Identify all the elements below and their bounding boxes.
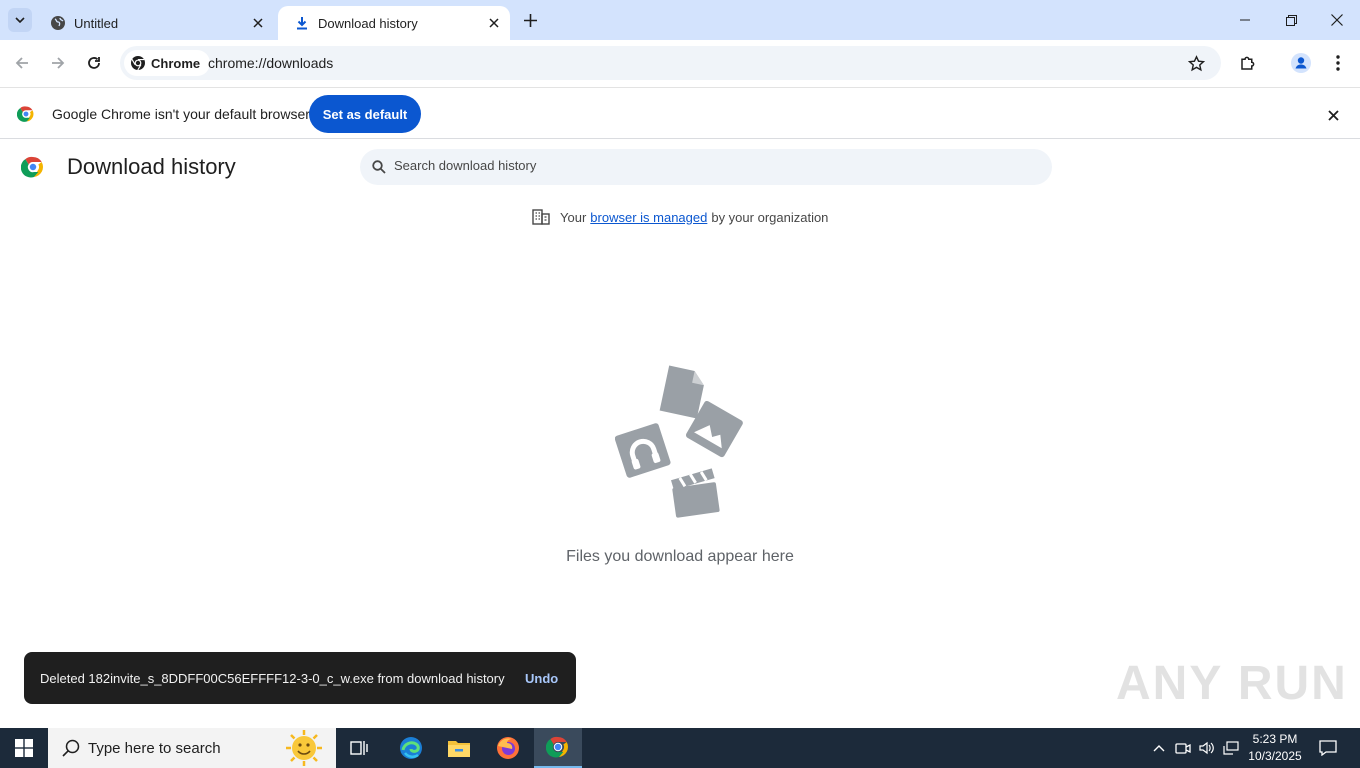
chip-label: Chrome (151, 55, 201, 71)
chrome-logo-icon (17, 106, 34, 122)
managed-notice: Your browser is managed by your organiza… (532, 209, 828, 225)
puzzle-icon (1241, 56, 1255, 70)
new-tab-button[interactable] (518, 8, 542, 32)
search-box[interactable] (360, 149, 1052, 185)
task-view-button[interactable] (336, 728, 384, 768)
chrome-taskbar-button[interactable] (534, 728, 582, 768)
video-clapper-icon (670, 468, 720, 518)
edge-taskbar-button[interactable] (387, 728, 435, 768)
clock-time: 5:23 PM (1252, 732, 1298, 746)
chrome-logo-icon (21, 156, 43, 178)
sun-smiley-icon (286, 730, 322, 766)
restore-button[interactable] (1268, 0, 1314, 40)
empty-downloads-illustration (615, 365, 743, 518)
speaker-icon (1199, 741, 1214, 755)
tab-close-button[interactable] (484, 13, 504, 33)
building-icon (532, 209, 550, 225)
volume-tray-icon[interactable] (1195, 728, 1219, 768)
star-icon (1187, 54, 1205, 71)
anyrun-watermark: ANY RUN (1116, 657, 1348, 710)
close-icon (1327, 109, 1339, 121)
extensions-button[interactable] (1231, 46, 1265, 80)
task-view-icon (350, 741, 368, 755)
reload-button[interactable] (77, 46, 111, 80)
toast-message: Deleted 182invite_s_8DDFF00C56EFFFF12-3-… (40, 671, 505, 686)
edge-icon (400, 737, 422, 759)
close-icon (253, 18, 263, 28)
undo-toast: Deleted 182invite_s_8DDFF00C56EFFFF12-3-… (24, 652, 576, 704)
notification-icon (1319, 740, 1337, 756)
search-icon (62, 739, 80, 757)
set-as-default-button[interactable]: Set as default (309, 95, 421, 133)
reload-icon (88, 57, 100, 69)
firefox-taskbar-button[interactable] (484, 728, 532, 768)
minimize-icon (1240, 19, 1250, 21)
plus-icon (523, 13, 537, 27)
file-explorer-taskbar-button[interactable] (435, 728, 483, 768)
managed-prefix: Your (560, 209, 587, 225)
menu-button[interactable] (1321, 46, 1355, 80)
forward-button[interactable] (41, 46, 75, 80)
infobar-message: Google Chrome isn't your default browser (52, 106, 310, 122)
tab-untitled[interactable]: Untitled (34, 6, 274, 40)
tab-strip: Untitled Download history (0, 0, 1360, 40)
close-icon (1331, 14, 1343, 26)
back-arrow-icon (15, 57, 28, 69)
close-window-button[interactable] (1314, 0, 1360, 40)
managed-suffix: by your organization (711, 209, 829, 225)
taskbar-search-box[interactable]: Type here to search (48, 728, 336, 768)
network-icon (1223, 741, 1239, 755)
close-icon (489, 18, 499, 28)
download-icon (294, 15, 310, 31)
taskbar-clock[interactable]: 5:23 PM 10/3/2025 (1240, 731, 1310, 765)
kebab-menu-icon (1336, 55, 1340, 71)
restore-icon (1285, 14, 1297, 26)
globe-icon (50, 15, 66, 31)
chevron-up-icon (1153, 745, 1165, 752)
tab-title: Download history (318, 15, 418, 31)
address-bar[interactable]: Chrome chrome://downloads (120, 46, 1221, 80)
document-icon (659, 365, 704, 419)
search-icon (372, 160, 386, 174)
profile-button[interactable] (1284, 46, 1318, 80)
forward-arrow-icon (52, 57, 65, 69)
url-text: chrome://downloads (208, 55, 334, 71)
start-button[interactable] (0, 728, 48, 768)
taskbar-search-placeholder: Type here to search (88, 740, 221, 757)
empty-state-message: Files you download appear here (566, 548, 794, 565)
avatar-icon (1291, 53, 1311, 73)
minimize-button[interactable] (1222, 0, 1268, 40)
meet-now-tray-icon[interactable] (1171, 728, 1195, 768)
search-input[interactable] (394, 158, 1034, 173)
clock-date: 10/3/2025 (1248, 749, 1302, 763)
show-hidden-icons-button[interactable] (1147, 728, 1171, 768)
tab-close-button[interactable] (248, 13, 268, 33)
folder-icon (448, 741, 470, 757)
bookmark-button[interactable] (1186, 53, 1206, 73)
tab-search-button[interactable] (8, 8, 32, 32)
firefox-icon (497, 737, 519, 759)
windows-logo-icon (15, 739, 33, 757)
site-info-chip[interactable]: Chrome (124, 50, 211, 76)
infobar-close-button[interactable] (1322, 104, 1344, 126)
tab-download-history[interactable]: Download history (278, 6, 510, 40)
windows-taskbar: Type here to search 5:23 PM 10/3/2025 (0, 728, 1360, 768)
page-title: Download history (67, 154, 236, 179)
toolbar: Chrome chrome://downloads (0, 40, 1360, 112)
camera-icon (1175, 743, 1191, 754)
default-browser-infobar: Google Chrome isn't your default browser… (0, 87, 1360, 139)
chevron-down-icon (15, 17, 25, 23)
tab-title: Untitled (74, 15, 119, 31)
undo-button[interactable]: Undo (525, 671, 558, 686)
audio-icon (615, 423, 671, 478)
notifications-button[interactable] (1308, 728, 1348, 768)
back-button[interactable] (5, 46, 39, 80)
managed-link[interactable]: browser is managed (590, 210, 707, 225)
chrome-logo-icon (546, 736, 568, 758)
chrome-logo-icon (131, 56, 145, 71)
